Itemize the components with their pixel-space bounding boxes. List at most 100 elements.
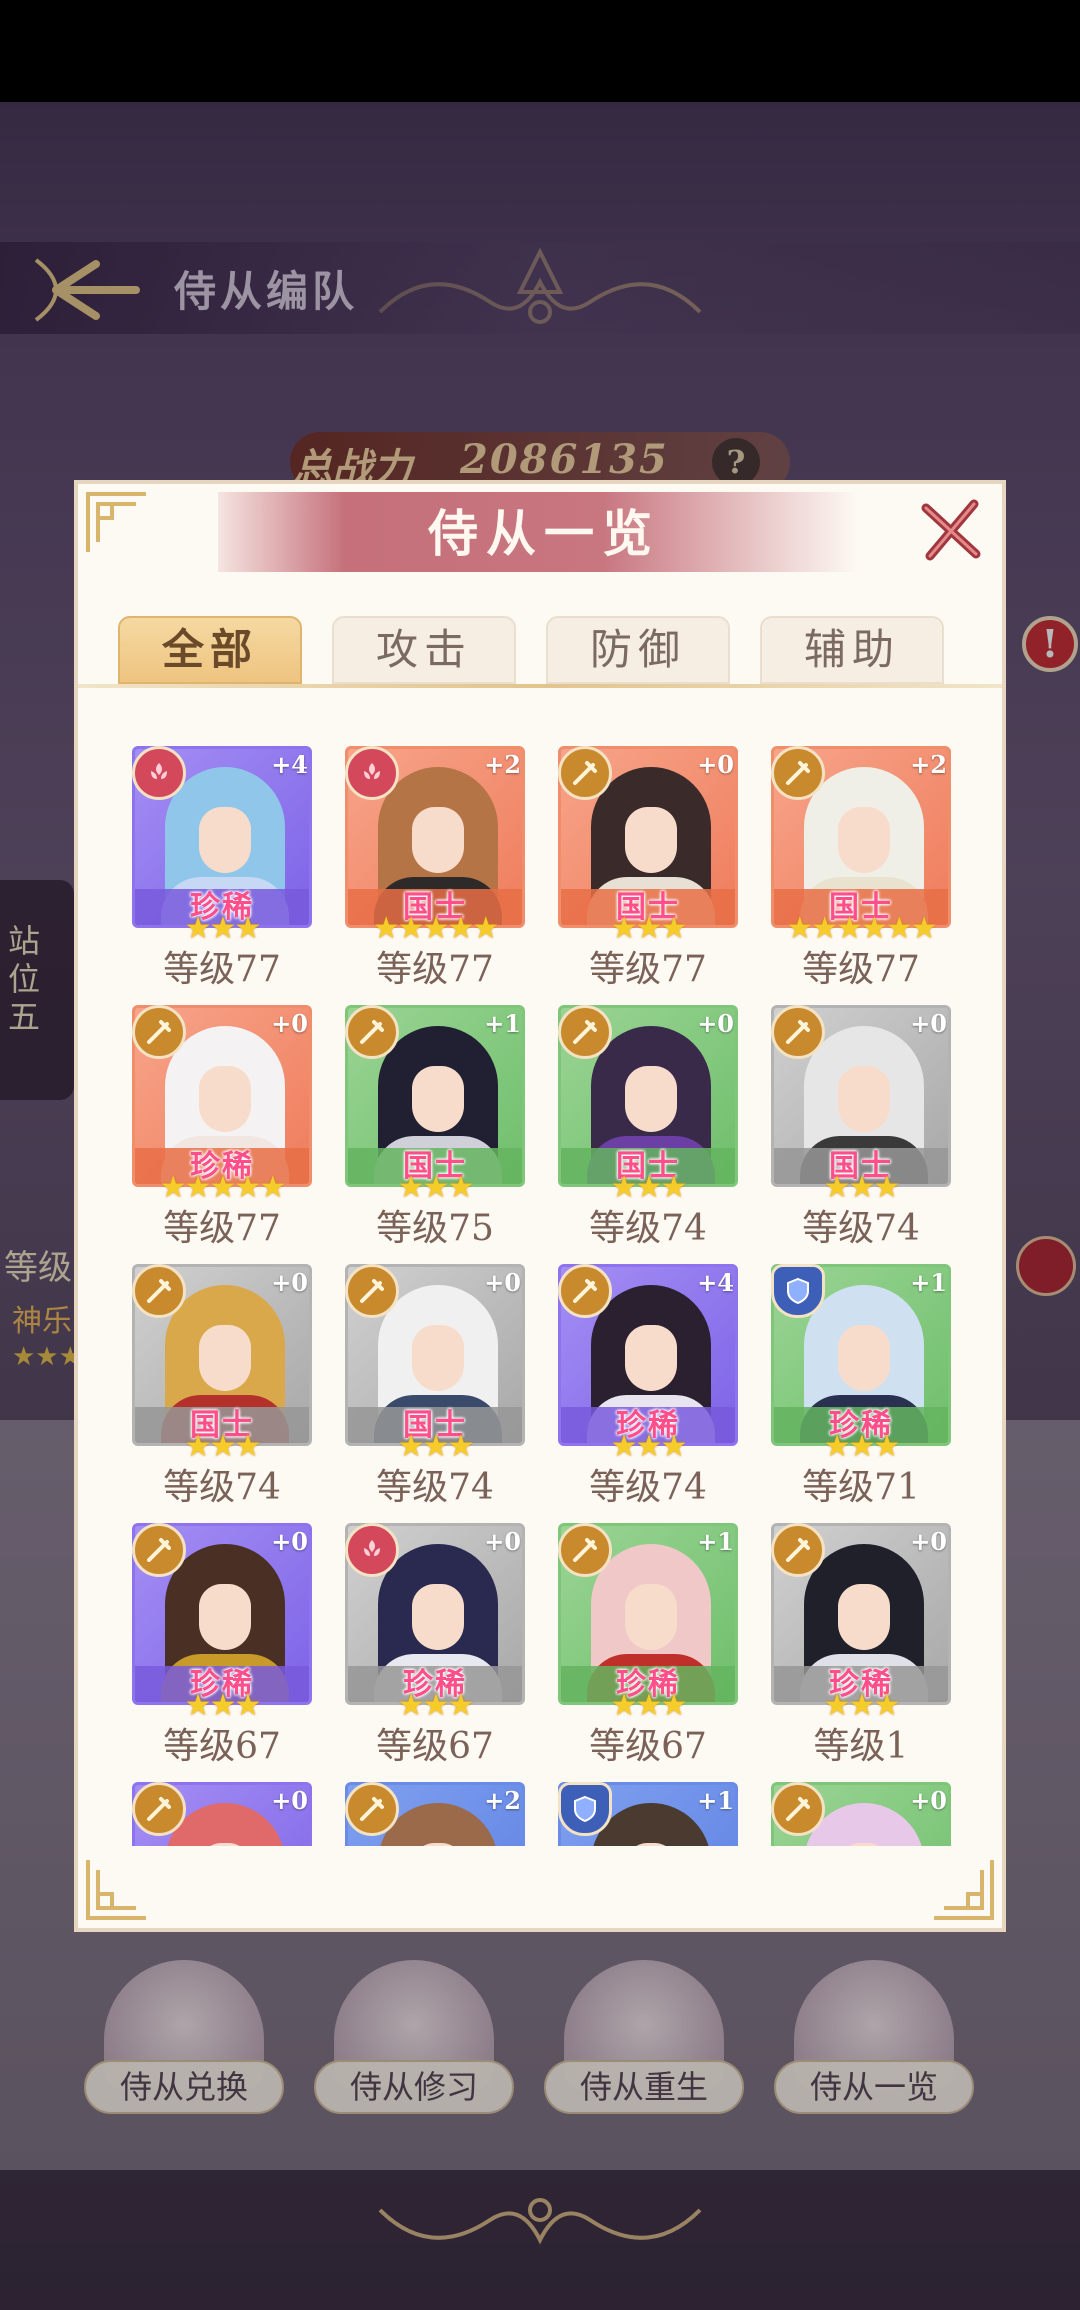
support-type-icon: [132, 746, 186, 800]
attack-type-icon: [345, 1005, 399, 1059]
level-label: 等级77: [163, 1208, 281, 1249]
enhance-level: +0: [910, 1527, 947, 1556]
tab-divider: [78, 684, 1002, 688]
level-label: 等级74: [163, 1467, 281, 1508]
defense-type-icon: [771, 1264, 825, 1318]
enhance-level: +1: [697, 1786, 734, 1815]
attendant-card[interactable]: +2 国士 ★★★★★★ 等级77: [769, 746, 953, 1006]
portrait-face: [199, 807, 251, 873]
attendant-card[interactable]: +0: [130, 1782, 314, 1846]
enhance-level: +0: [484, 1268, 521, 1297]
attack-type-icon: [345, 1264, 399, 1318]
portrait-face: [412, 807, 464, 873]
level-label: 等级77: [802, 949, 920, 990]
enhance-level: +0: [271, 1268, 308, 1297]
attack-type-icon: [558, 1005, 612, 1059]
tab-defense[interactable]: 防御: [546, 616, 730, 684]
attack-type-icon: [132, 1782, 186, 1836]
tab-support[interactable]: 辅助: [760, 616, 944, 684]
attendant-card[interactable]: +0 珍稀 ★★★ 等级1: [769, 1523, 953, 1783]
portrait-face: [838, 1584, 890, 1650]
close-icon[interactable]: [916, 494, 986, 564]
attendant-card[interactable]: +1 国士 ★★★ 等级75: [343, 1005, 527, 1265]
level-label: 等级75: [376, 1208, 494, 1249]
attendant-card[interactable]: +0 国士 ★★★ 等级74: [769, 1005, 953, 1265]
support-type-icon: [345, 746, 399, 800]
attendant-card[interactable]: +0 珍稀 ★★★ 等级67: [343, 1523, 527, 1783]
attack-type-icon: [771, 1782, 825, 1836]
attendant-card[interactable]: +4 珍稀 ★★★ 等级77: [130, 746, 314, 1006]
enhance-level: +0: [697, 750, 734, 779]
enhance-level: +0: [910, 1009, 947, 1038]
attendant-card[interactable]: +1: [556, 1782, 740, 1846]
portrait-face: [625, 1584, 677, 1650]
level-label: 等级67: [376, 1726, 494, 1767]
tab-attack[interactable]: 攻击: [332, 616, 516, 684]
enhance-level: +2: [484, 750, 521, 779]
portrait-face: [838, 807, 890, 873]
attendant-card[interactable]: +0 国士 ★★★ 等级74: [343, 1264, 527, 1524]
attack-type-icon: [558, 1523, 612, 1577]
attack-type-icon: [558, 1264, 612, 1318]
attendant-card[interactable]: +0 珍稀 ★★★★★ 等级77: [130, 1005, 314, 1265]
enhance-level: +0: [484, 1527, 521, 1556]
attendant-card[interactable]: +0 珍稀 ★★★ 等级67: [130, 1523, 314, 1783]
level-label: 等级74: [589, 1467, 707, 1508]
attack-type-icon: [132, 1523, 186, 1577]
filter-tabs: 全部 攻击 防御 辅助: [118, 616, 978, 688]
enhance-level: +1: [910, 1268, 947, 1297]
attendant-card[interactable]: +1 珍稀 ★★★ 等级67: [556, 1523, 740, 1783]
tab-all[interactable]: 全部: [118, 616, 302, 684]
attendant-card[interactable]: +4 珍稀 ★★★ 等级74: [556, 1264, 740, 1524]
attendant-card[interactable]: +0 国士 ★★★ 等级74: [556, 1005, 740, 1265]
level-label: 等级77: [589, 949, 707, 990]
enhance-level: +0: [271, 1009, 308, 1038]
attendant-grid[interactable]: +4 珍稀 ★★★ 等级77 +2 国士 ★★★★★ 等级77 +0 国士 ★★★ 等级77 +2 国士 ★…: [78, 746, 1002, 1846]
attendant-card[interactable]: +2: [343, 1782, 527, 1846]
enhance-level: +2: [910, 750, 947, 779]
enhance-level: +1: [484, 1009, 521, 1038]
attack-type-icon: [345, 1782, 399, 1836]
defense-type-icon: [558, 1782, 612, 1836]
enhance-level: +0: [271, 1786, 308, 1815]
enhance-level: +4: [697, 1268, 734, 1297]
portrait-face: [625, 1325, 677, 1391]
attack-type-icon: [558, 746, 612, 800]
attendant-card[interactable]: +2 国士 ★★★★★ 等级77: [343, 746, 527, 1006]
portrait-face: [412, 1584, 464, 1650]
level-label: 等级71: [802, 1467, 920, 1508]
enhance-level: +0: [697, 1009, 734, 1038]
level-label: 等级67: [163, 1726, 281, 1767]
enhance-level: +0: [910, 1786, 947, 1815]
attack-type-icon: [771, 1523, 825, 1577]
corner-ornament: [86, 1860, 146, 1920]
status-bar: [0, 0, 1080, 102]
modal-title: 侍从一览: [428, 504, 660, 563]
support-type-icon: [345, 1523, 399, 1577]
portrait-face: [625, 807, 677, 873]
attendant-card[interactable]: +0 国士 ★★★ 等级74: [130, 1264, 314, 1524]
attendant-card[interactable]: +0 国士 ★★★ 等级77: [556, 746, 740, 1006]
attack-type-icon: [771, 1005, 825, 1059]
portrait-face: [412, 1066, 464, 1132]
portrait-face: [838, 1066, 890, 1132]
attack-type-icon: [132, 1005, 186, 1059]
level-label: 等级1: [813, 1726, 909, 1767]
portrait-face: [199, 1066, 251, 1132]
attendant-card[interactable]: +1 珍稀 ★★★ 等级71: [769, 1264, 953, 1524]
level-label: 等级77: [163, 949, 281, 990]
enhance-level: +0: [271, 1527, 308, 1556]
enhance-level: +4: [271, 750, 308, 779]
portrait-face: [838, 1325, 890, 1391]
portrait-face: [625, 1066, 677, 1132]
enhance-level: +2: [484, 1786, 521, 1815]
level-label: 等级74: [376, 1467, 494, 1508]
attack-type-icon: [771, 746, 825, 800]
portrait-face: [199, 1584, 251, 1650]
portrait-face: [199, 1325, 251, 1391]
attendant-card[interactable]: +0: [769, 1782, 953, 1846]
level-label: 等级74: [802, 1208, 920, 1249]
level-label: 等级77: [376, 949, 494, 990]
portrait-face: [412, 1325, 464, 1391]
level-label: 等级67: [589, 1726, 707, 1767]
